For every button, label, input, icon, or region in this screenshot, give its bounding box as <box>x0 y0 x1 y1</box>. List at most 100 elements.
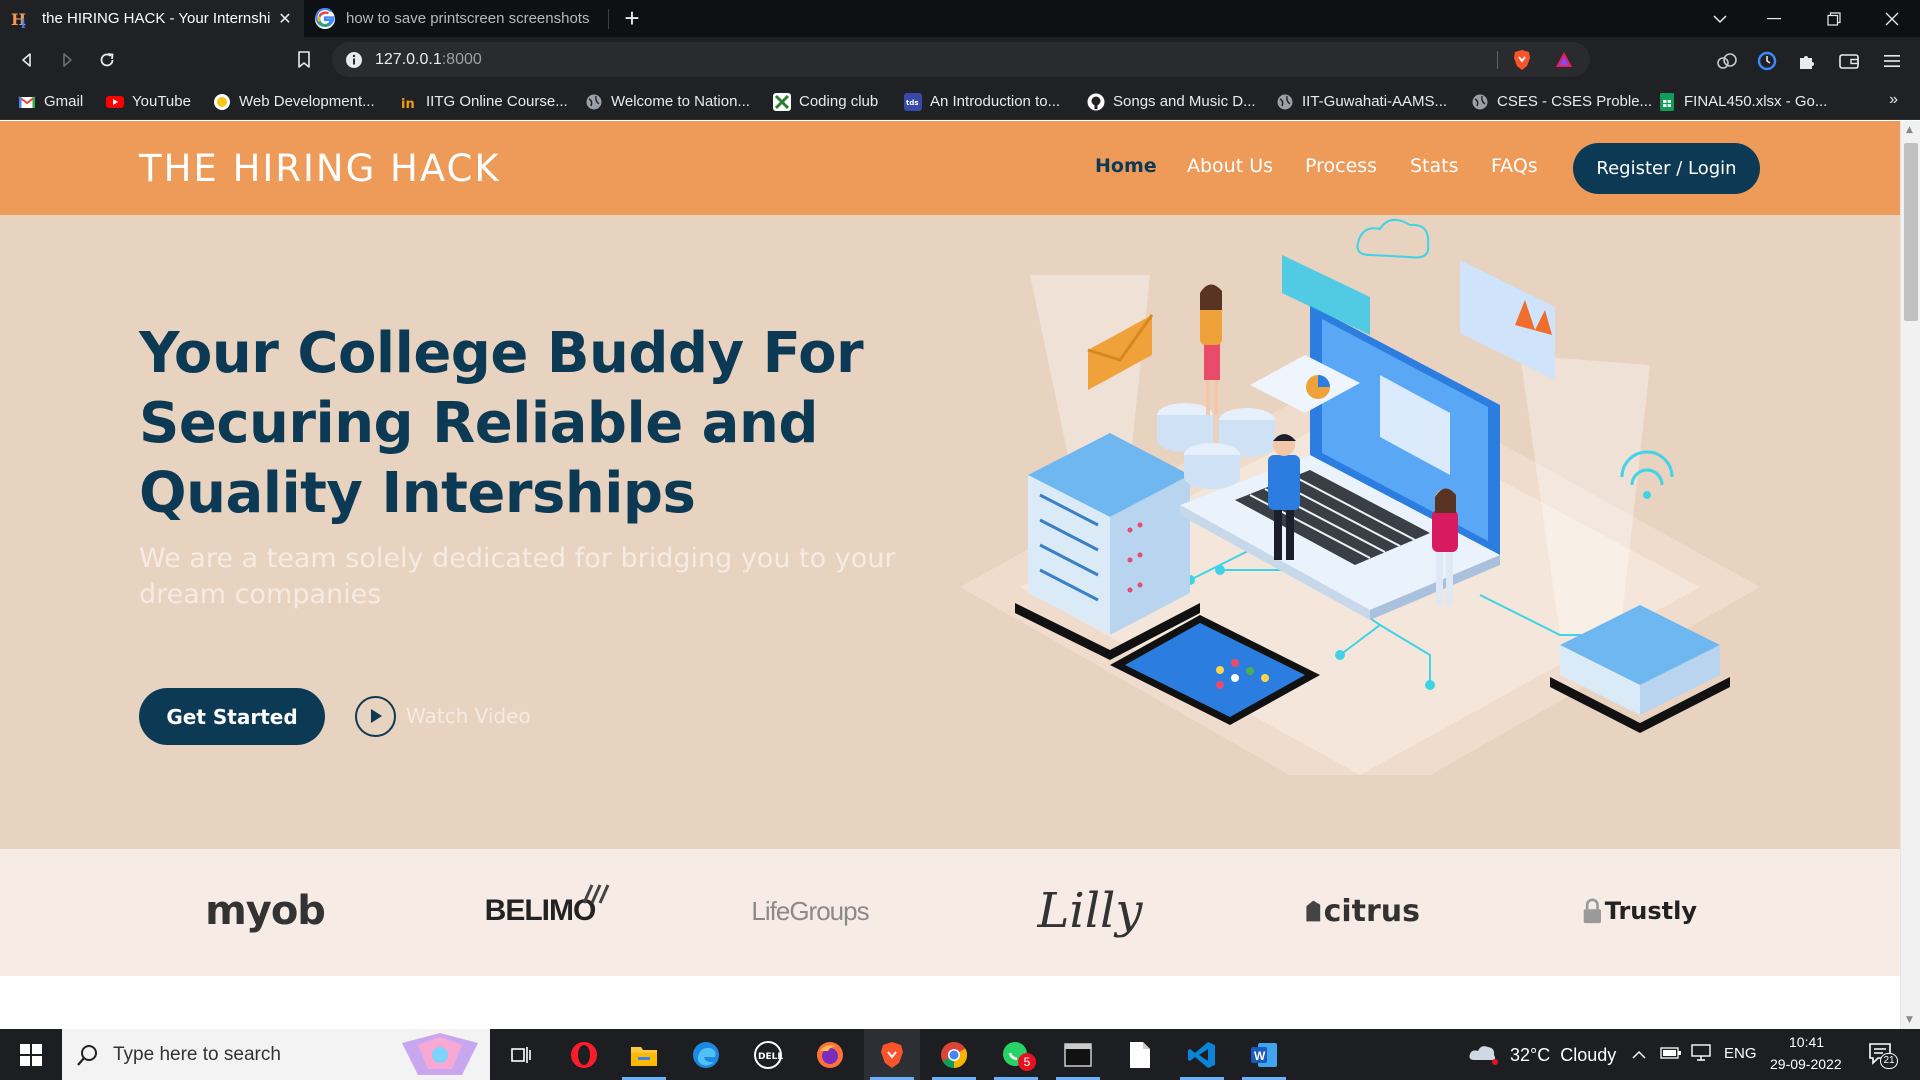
nav-faqs[interactable]: FAQs <box>1491 155 1538 177</box>
nav-about-us[interactable]: About Us <box>1187 155 1273 177</box>
task-view-button[interactable] <box>492 1029 548 1080</box>
more-bookmarks-button[interactable]: » <box>1889 91 1898 109</box>
bookmark-iitg[interactable]: in IITG Online Course... <box>400 83 568 120</box>
restore-button[interactable] <box>1806 0 1862 37</box>
taskbar-word[interactable]: W <box>1236 1029 1292 1080</box>
clock-extension-icon <box>1757 51 1777 71</box>
windows-taskbar: Type here to search DELL 5 W 32°C Cloudy… <box>0 1029 1920 1080</box>
nav-process[interactable]: Process <box>1305 155 1377 177</box>
nav-home[interactable]: Home <box>1095 155 1157 177</box>
bookmark-youtube[interactable]: YouTube <box>106 83 191 120</box>
bookmark-cses[interactable]: CSES - CSES Proble... <box>1471 83 1652 120</box>
url-port: :8000 <box>441 51 482 68</box>
tab-close-icon[interactable]: ✕ <box>276 9 294 28</box>
close-window-button[interactable] <box>1864 0 1920 37</box>
dell-icon: DELL <box>754 1040 783 1069</box>
taskbar-vscode[interactable] <box>1174 1029 1230 1080</box>
taskbar-opera[interactable] <box>556 1029 612 1080</box>
action-center-button[interactable]: 21 <box>1868 1041 1898 1071</box>
bookmark-national[interactable]: Welcome to Nation... <box>585 83 750 120</box>
site-info-icon[interactable] <box>344 50 364 70</box>
clock-date[interactable]: 29-09-2022 <box>1770 1056 1842 1072</box>
wallet-button[interactable] <box>1837 49 1861 73</box>
tab-title: the HIRING HACK - Your Internship <box>42 10 270 27</box>
scroll-down-icon[interactable]: ▼ <box>1906 1015 1913 1025</box>
start-button[interactable] <box>3 1029 59 1080</box>
taskbar-chrome[interactable] <box>926 1029 982 1080</box>
svg-text:DELL: DELL <box>758 1052 783 1062</box>
taskbar-edge[interactable] <box>678 1029 734 1080</box>
taskbar-whatsapp[interactable]: 5 <box>988 1029 1044 1080</box>
nav-stats[interactable]: Stats <box>1410 155 1459 177</box>
belimo-mark-icon <box>582 884 610 904</box>
bookmark-introduction[interactable]: tds An Introduction to... <box>904 83 1060 120</box>
clients-strip: myob BELIMO LifeGroups Lilly citrus Trus… <box>0 849 1900 976</box>
minimize-button[interactable] <box>1746 0 1802 37</box>
web-dev-icon <box>214 93 230 110</box>
tab-title: how to save printscreen screenshots in <box>346 10 594 27</box>
tab-google-search[interactable]: how to save printscreen screenshots in <box>304 0 604 37</box>
globe-icon <box>1472 94 1488 109</box>
taskbar-brave[interactable] <box>864 1029 920 1080</box>
input-language[interactable]: ENG <box>1724 1045 1757 1062</box>
reload-button[interactable] <box>92 45 122 75</box>
taskbar-firefox[interactable] <box>802 1029 858 1080</box>
globe-icon <box>1277 94 1293 109</box>
new-tab-button[interactable]: + <box>616 3 648 35</box>
word-icon: W <box>1251 1042 1277 1067</box>
gmail-icon <box>18 95 36 108</box>
taskbar-notepad[interactable] <box>1112 1029 1168 1080</box>
svg-text:in: in <box>401 97 415 111</box>
menu-button[interactable] <box>1880 49 1904 73</box>
tab-hiring-hack[interactable]: H i the HIRING HACK - Your Internship ✕ <box>0 0 304 37</box>
site-logo[interactable]: THE HIRING HACK <box>139 147 501 190</box>
address-bar[interactable]: 127.0.0.1:8000 <box>332 42 1590 77</box>
client-trustly-text: Trustly <box>1604 897 1697 925</box>
tab-search-button[interactable] <box>1692 0 1748 37</box>
taskbar-search-box[interactable]: Type here to search <box>62 1029 490 1080</box>
extension-icon[interactable] <box>1755 49 1779 73</box>
chevron-down-icon <box>1713 14 1727 23</box>
iitg-icon: in <box>401 97 415 111</box>
cloud-extension-icon <box>1717 53 1737 69</box>
scroll-up-icon[interactable]: ▲ <box>1906 125 1913 135</box>
bookmark-web-development[interactable]: Web Development... <box>213 83 375 120</box>
bookmark-page-button[interactable] <box>289 45 319 75</box>
taskbar-file-explorer[interactable] <box>616 1029 672 1080</box>
bookmark-final450[interactable]: FINAL450.xlsx - Go... <box>1658 83 1827 120</box>
bookmark-label: YouTube <box>132 93 191 110</box>
wallet-icon <box>1839 54 1859 69</box>
battery-status[interactable] <box>1660 1045 1682 1064</box>
client-logo-trustly: Trustly <box>1582 879 1697 943</box>
bookmark-label: Coding club <box>799 93 879 110</box>
back-button[interactable] <box>12 45 42 75</box>
watch-video-button[interactable]: Watch Video <box>355 695 531 737</box>
bookmark-gmail[interactable]: Gmail <box>18 83 83 120</box>
taskbar-terminal[interactable] <box>1050 1029 1106 1080</box>
weather-widget[interactable]: 32°C Cloudy <box>1468 1029 1618 1080</box>
get-started-button[interactable]: Get Started <box>139 688 325 745</box>
show-hidden-icons[interactable] <box>1632 1045 1646 1064</box>
page-scrollbar[interactable]: ▲ ▼ <box>1900 121 1920 1029</box>
hero-section: Your College Buddy For Securing Reliable… <box>0 215 1900 849</box>
task-view-icon <box>511 1046 531 1063</box>
scrollbar-thumb[interactable] <box>1904 143 1918 321</box>
bookmark-songs-music[interactable]: Songs and Music D... <box>1087 83 1256 120</box>
bookmark-iitg-aams[interactable]: IIT-Guwahati-AAMS... <box>1276 83 1447 120</box>
network-status[interactable] <box>1690 1043 1712 1065</box>
register-login-button[interactable]: Register / Login <box>1573 143 1760 194</box>
extension-icon[interactable] <box>1715 49 1739 73</box>
brave-rewards-icon[interactable] <box>1554 50 1574 70</box>
taskbar-dell[interactable]: DELL <box>740 1029 796 1080</box>
bookmark-coding-club[interactable]: Coding club <box>773 83 878 120</box>
extensions-button[interactable] <box>1795 49 1819 73</box>
cloud-icon <box>1469 1046 1498 1065</box>
bookmark-label: Welcome to Nation... <box>611 93 750 110</box>
brave-icon <box>881 1041 903 1068</box>
brave-shields-icon[interactable] <box>1512 49 1532 71</box>
client-myob-text: myob <box>205 888 326 934</box>
forward-button[interactable] <box>52 45 82 75</box>
bookmark-label: FINAL450.xlsx - Go... <box>1684 93 1828 110</box>
bookmark-label: IIT-Guwahati-AAMS... <box>1302 93 1448 110</box>
clock-time[interactable]: 10:41 <box>1789 1034 1824 1050</box>
